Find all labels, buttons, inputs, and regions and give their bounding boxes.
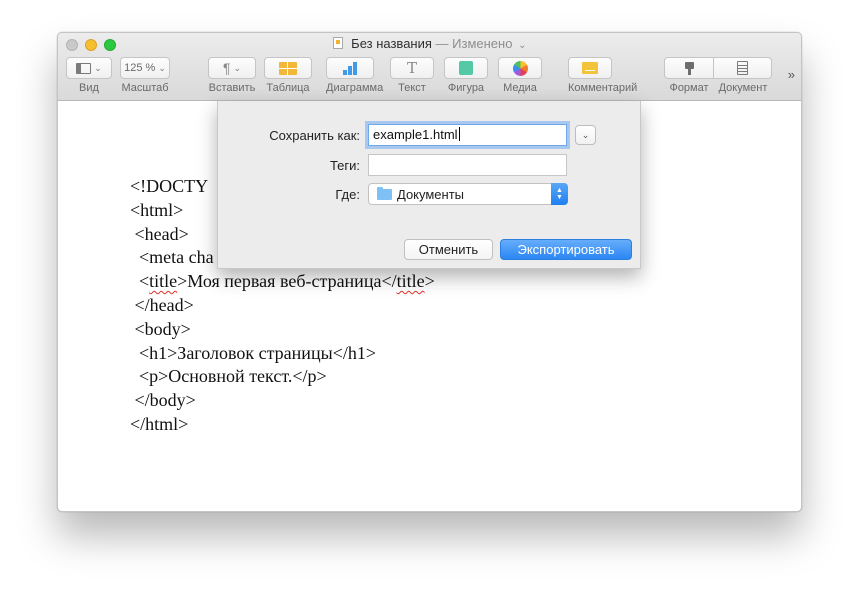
pages-document-icon: [332, 37, 343, 49]
comment-label: Комментарий: [568, 82, 638, 94]
toolbar-comment[interactable]: Комментарий: [568, 57, 638, 94]
cancel-button[interactable]: Отменить: [404, 239, 493, 260]
zoom-label: Масштаб: [121, 82, 169, 94]
media-label: Медиа: [503, 82, 537, 94]
doc-text: >: [424, 271, 435, 292]
document-label: Документ: [718, 82, 768, 94]
paintbrush-icon: [683, 61, 696, 75]
chevron-down-icon: ⌄: [158, 62, 166, 73]
where-value: Документы: [397, 186, 465, 202]
window-title[interactable]: Без названия — Изменено ⌄: [58, 36, 801, 51]
table-icon: [279, 61, 297, 75]
text-cursor: [458, 127, 460, 141]
chart-button[interactable]: [326, 57, 374, 79]
toolbar-text[interactable]: T Текст: [390, 57, 434, 94]
expand-dialog-button[interactable]: ⌄: [575, 125, 596, 145]
format-label: Формат: [669, 82, 709, 94]
toolbar-view[interactable]: ⌄ Вид: [66, 57, 112, 94]
export-sheet: Сохранить как: example1.html ⌄ Теги: Где…: [217, 101, 641, 269]
sidebar-view-icon: [76, 62, 92, 74]
shape-button[interactable]: [444, 57, 488, 79]
media-button[interactable]: [498, 57, 542, 79]
toolbar-insert[interactable]: ¶ ⌄ Вставить: [208, 57, 256, 94]
comment-button[interactable]: [568, 57, 612, 79]
toolbar-format[interactable]: Формат: [664, 57, 714, 94]
toolbar-overflow-icon[interactable]: »: [788, 67, 795, 82]
view-label: Вид: [79, 82, 99, 94]
save-as-input[interactable]: example1.html: [368, 124, 567, 146]
where-label: Где:: [335, 187, 360, 202]
document-button[interactable]: [714, 57, 772, 79]
shape-icon: [459, 61, 473, 75]
save-as-label: Сохранить как:: [269, 128, 360, 143]
doc-line: <body>: [130, 318, 191, 339]
comment-icon: [582, 62, 598, 74]
text-button[interactable]: T: [390, 57, 434, 79]
tags-label: Теги:: [329, 158, 360, 173]
window-edited-status: Изменено: [452, 36, 513, 51]
doc-line: </html>: [130, 413, 189, 434]
window-title-separator: —: [435, 36, 449, 51]
folder-icon: [377, 186, 392, 200]
toolbar-shape[interactable]: Фигура: [444, 57, 488, 94]
titlebar: Без названия — Изменено ⌄ ⌄ Вид 125 % ⌄ …: [58, 33, 801, 101]
view-button[interactable]: ⌄: [66, 57, 112, 79]
format-button[interactable]: [664, 57, 714, 79]
photos-icon: [512, 60, 528, 76]
shape-label: Фигура: [447, 82, 485, 94]
zoom-value: 125 %: [124, 62, 156, 74]
zoom-button[interactable]: 125 % ⌄: [120, 57, 170, 79]
updown-arrows-icon: ▲ ▼: [551, 183, 568, 205]
bar-chart-icon: [343, 61, 357, 75]
tags-input[interactable]: [368, 154, 567, 176]
insert-label: Вставить: [208, 82, 256, 94]
misspelled-word: title: [149, 271, 178, 292]
toolbar-zoom[interactable]: 125 % ⌄ Масштаб: [120, 57, 170, 94]
toolbar-media[interactable]: Медиа: [498, 57, 542, 94]
doc-text: <: [130, 271, 150, 292]
doc-text: >Моя первая веб-страница</: [177, 271, 397, 292]
toolbar-document[interactable]: Документ: [714, 57, 772, 94]
table-button[interactable]: [264, 57, 312, 79]
save-as-value: example1.html: [373, 127, 458, 142]
insert-button[interactable]: ¶ ⌄: [208, 57, 256, 79]
document-icon: [737, 61, 748, 75]
window-title-text: Без названия: [351, 36, 432, 51]
chevron-down-icon: ⌄: [233, 62, 242, 73]
doc-line: </body>: [130, 390, 196, 411]
text-icon: T: [406, 59, 417, 77]
export-button[interactable]: Экспортировать: [500, 239, 632, 260]
toolbar-table[interactable]: Таблица: [264, 57, 312, 94]
chart-label: Диаграмма: [326, 82, 384, 94]
where-popup[interactable]: Документы ▲ ▼: [368, 183, 568, 205]
doc-line: <title>Моя первая веб-страница</title>: [130, 270, 435, 294]
misspelled-word: title: [396, 271, 425, 292]
chevron-down-icon: ⌄: [581, 129, 590, 140]
paragraph-icon: ¶: [222, 60, 231, 76]
text-label: Текст: [398, 82, 426, 94]
chevron-down-icon: ⌄: [518, 40, 527, 51]
doc-line: <p>Основной текст.</p>: [130, 366, 327, 387]
doc-line: </head>: [130, 294, 194, 315]
doc-line: <h1>Заголовок страницы</h1>: [130, 342, 376, 363]
chevron-down-icon: ⌄: [94, 62, 102, 73]
toolbar-chart[interactable]: Диаграмма: [326, 57, 384, 94]
table-label: Таблица: [266, 82, 310, 94]
